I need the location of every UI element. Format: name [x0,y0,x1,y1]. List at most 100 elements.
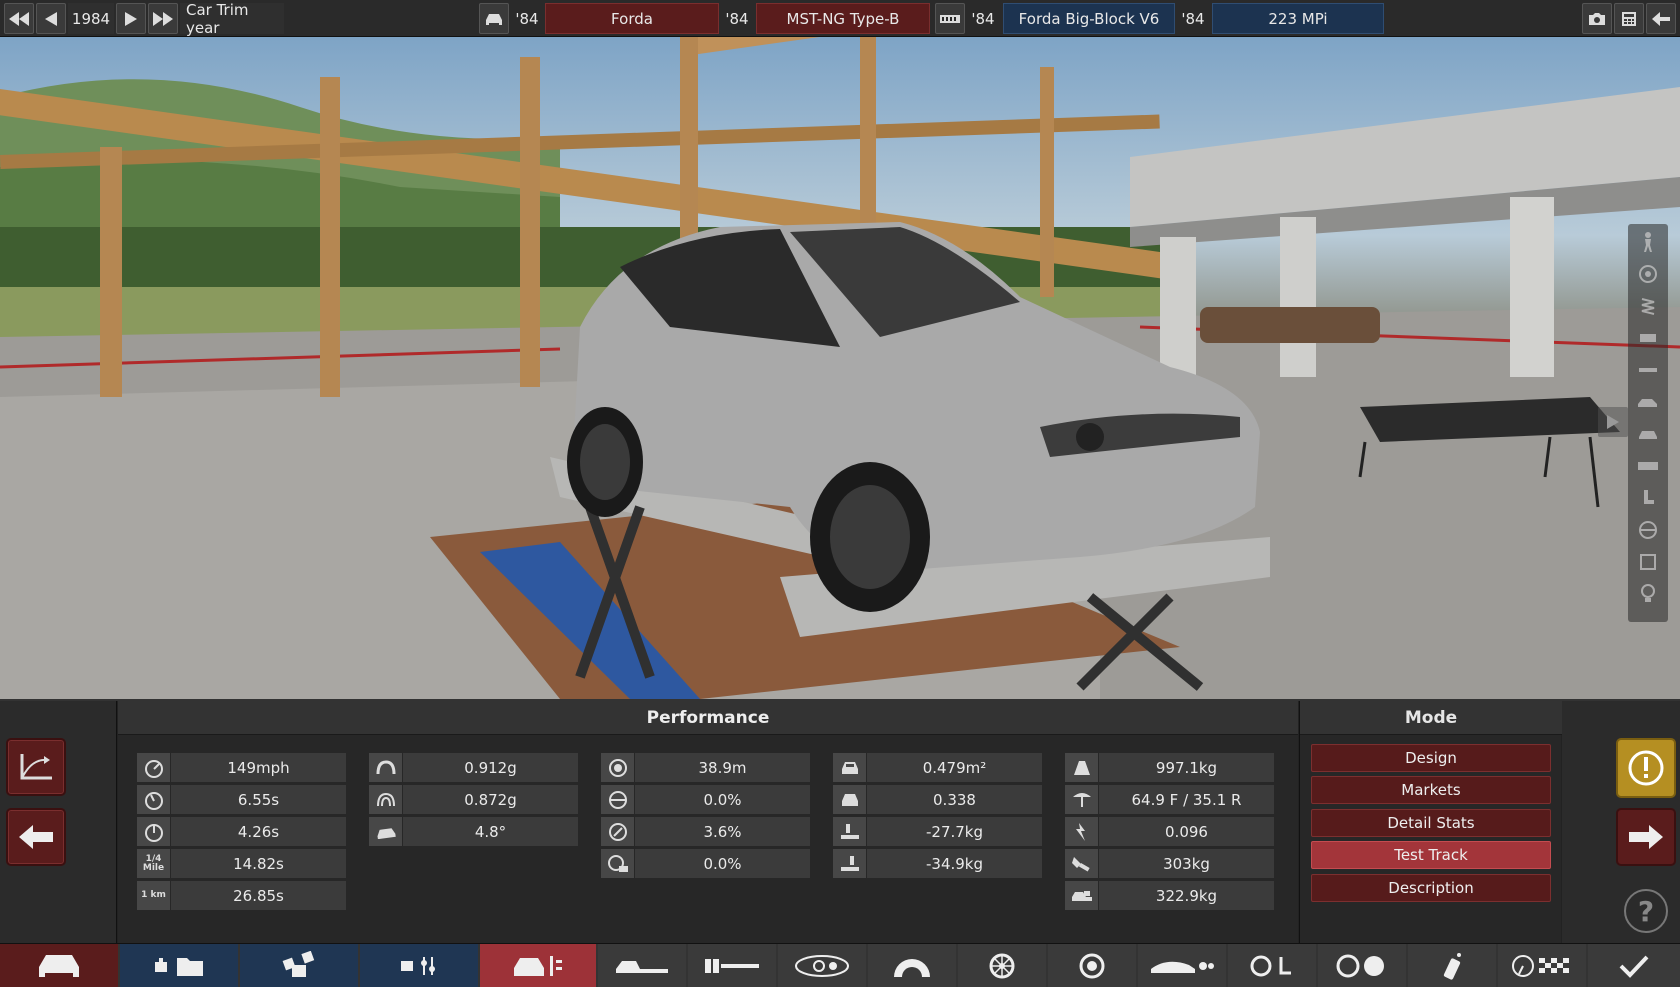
tab-suspension[interactable] [688,944,776,987]
next-button[interactable] [1616,808,1676,866]
double-left-arrow-icon [9,11,29,26]
engine-selector[interactable]: Forda Big-Block V6 [1003,3,1175,34]
engine-block-side-icon[interactable] [1636,454,1660,478]
drag-coefficient-icon [833,785,866,814]
tab-brakes[interactable] [1048,944,1136,987]
stat-acceleration-60: 6.55s [137,785,346,814]
camera-angle-button[interactable] [6,738,66,796]
performance-panel: Performance 149mph 6.55s 4.26s 1/4 Mile … [118,701,1298,945]
exit-button[interactable] [1646,3,1676,34]
brake-fade-alt-icon [601,817,634,846]
mode-title: Mode [1300,701,1562,735]
axis-angle-icon [20,754,52,780]
screenshot-button[interactable] [1582,3,1612,34]
double-right-arrow-icon [153,11,173,26]
engine-block-icon [940,14,960,23]
car-rear-icon[interactable] [1636,422,1660,446]
stat-weight-distribution: 64.9 F / 35.1 R [1065,785,1274,814]
panel-icon[interactable] [1636,550,1660,574]
drivetrain-icon [1336,954,1384,978]
tab-paint[interactable] [1408,944,1496,987]
stat-towing: 303kg [1065,849,1274,878]
model-year: '84 [515,9,539,28]
next-year-button[interactable] [116,3,146,34]
exhaust-icon[interactable] [1636,358,1660,382]
rear-downforce-icon [833,849,866,878]
bottom-panel: Performance 149mph 6.55s 4.26s 1/4 Mile … [0,699,1680,945]
side-panel-toggle[interactable] [1598,407,1628,437]
tab-drivetrain[interactable] [1318,944,1406,987]
headlight-icon [795,955,849,977]
tab-fixtures[interactable] [778,944,866,987]
checkered-flag-icon [1512,955,1569,977]
body-selector[interactable]: MST-NG Type-B [756,3,930,34]
warnings-button[interactable] [1616,738,1676,798]
calculator-button[interactable] [1614,3,1644,34]
mode-design-button[interactable]: Design [1311,744,1551,772]
camera-icon [1589,12,1605,25]
engine-icon-button[interactable] [935,3,965,34]
stat-brake-fade: 0.0% [601,785,810,814]
showroom-scene [0,37,1680,699]
body-year: '84 [725,9,749,28]
variant-selector[interactable]: 223 MPi [1212,3,1384,34]
suspension-icon [705,959,759,973]
mode-markets-button[interactable]: Markets [1311,776,1551,804]
tab-engine-block[interactable] [240,944,358,987]
tab-engine-family[interactable] [120,944,238,987]
engine-folder-icon [155,958,203,976]
car-side-icon[interactable] [1636,390,1660,414]
tab-car-model[interactable] [0,944,118,987]
front-downforce-icon [833,817,866,846]
person-icon[interactable] [1636,230,1660,254]
help-button[interactable]: ? [1624,889,1668,933]
body-roll-icon [369,817,402,846]
prev-year-button[interactable] [36,3,66,34]
speedometer-icon [137,753,170,782]
stat-quarter-mile: 1/4 Mile 14.82s [137,849,346,878]
right-arrow-icon [1629,825,1663,849]
first-year-button[interactable] [4,3,34,34]
last-year-button[interactable] [148,3,178,34]
tab-chassis[interactable] [598,944,686,987]
model-icon-button[interactable] [479,3,509,34]
back-button[interactable] [6,808,66,866]
tab-interior[interactable] [1228,944,1316,987]
stat-brake-fade-alt: 3.6% [601,817,810,846]
tab-finish[interactable] [1588,944,1680,987]
brake-lock-icon [601,849,634,878]
tab-test-drive[interactable] [1498,944,1586,987]
wheel-icon[interactable] [1636,262,1660,286]
brake-fade-icon [601,785,634,814]
cornering-alt-icon [369,785,402,814]
braking-distance-icon [601,753,634,782]
mode-test-track-button[interactable]: Test Track [1311,841,1551,869]
tab-trim[interactable] [868,944,956,987]
variant-year: '84 [1181,9,1205,28]
designer-tab-bar [0,943,1680,987]
camera-view-sidebar [1628,224,1668,622]
spring-icon[interactable] [1636,294,1660,318]
tab-aero[interactable] [1138,944,1226,987]
seat-icon[interactable] [1636,486,1660,510]
car-3d-viewport[interactable] [0,37,1680,699]
model-selector[interactable]: Forda [545,3,719,34]
one-km-icon: 1 km [137,881,170,910]
steering-seat-icon [1250,955,1291,977]
calculator-icon [1622,11,1636,26]
light-bulb-icon[interactable] [1636,582,1660,606]
car-front-icon [39,955,79,977]
stat-front-downforce: -27.7kg [833,817,1042,846]
mode-description-button[interactable]: Description [1311,874,1551,902]
performance-title: Performance [118,701,1298,735]
checkmark-icon [1619,955,1649,978]
tab-car-test[interactable] [480,944,596,987]
mode-detail-stats-button[interactable]: Detail Stats [1311,809,1551,837]
tab-engine-tuning[interactable] [360,944,478,987]
steering-wheel-icon[interactable] [1636,518,1660,542]
right-nav-column: ? [1562,701,1680,945]
tab-wheels[interactable] [958,944,1046,987]
exit-arrow-icon [1652,11,1670,26]
engine-icon[interactable] [1636,326,1660,350]
car-front-icon [486,13,502,25]
